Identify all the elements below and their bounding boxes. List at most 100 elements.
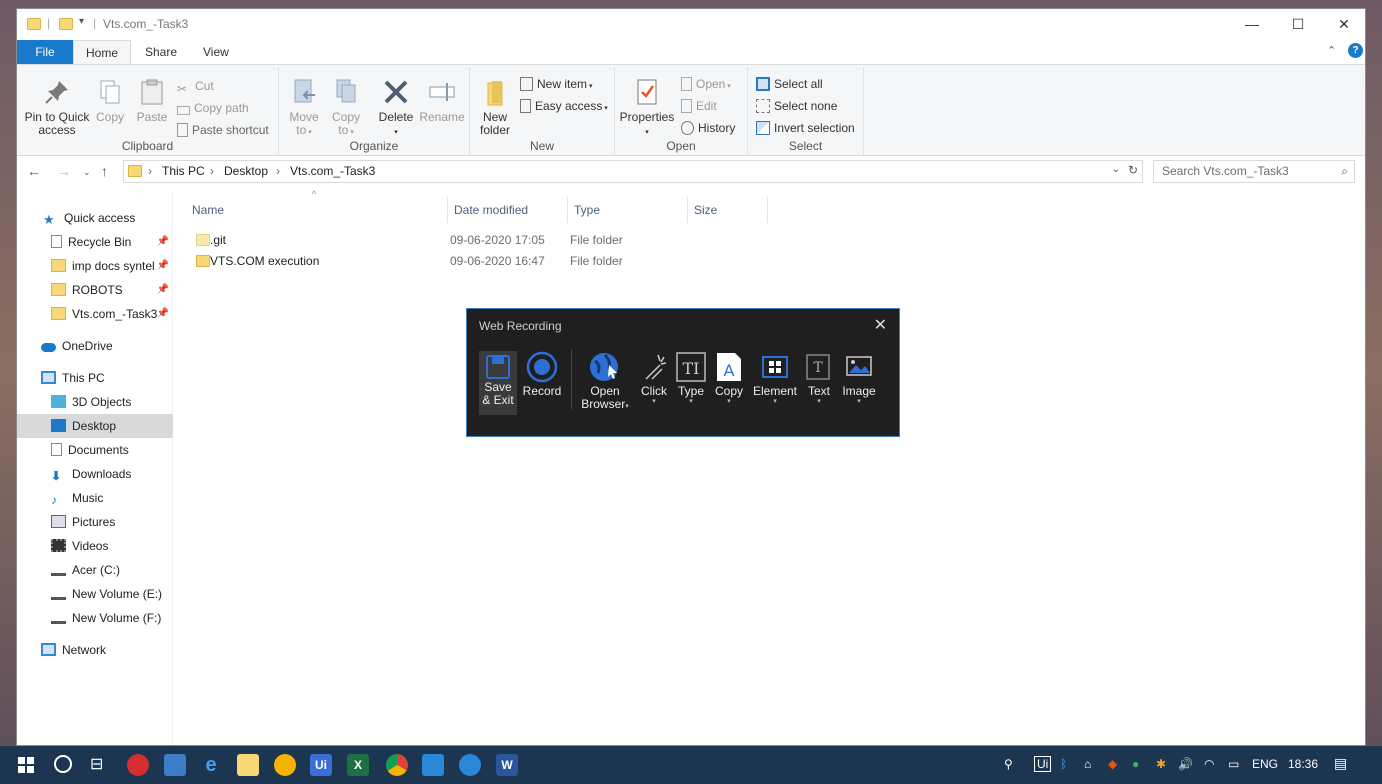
action-center-icon[interactable]: ▤ (1334, 755, 1347, 772)
minimize-button[interactable]: — (1229, 9, 1275, 39)
sidebar-item-robots[interactable]: ROBOTS 📌 (17, 278, 173, 302)
type-button[interactable]: TI Type ▾ (675, 351, 707, 406)
copy-button[interactable]: Copy (93, 77, 127, 124)
save-exit-button[interactable]: Save & Exit (479, 351, 517, 415)
people-icon[interactable]: ⚲ (1004, 757, 1013, 771)
teamviewer-icon[interactable] (459, 754, 481, 776)
sidebar-item-vts-task3[interactable]: Vts.com_-Task3 📌 (17, 302, 173, 326)
move-to-button[interactable]: Move to ▾ (285, 77, 323, 139)
new-item-button[interactable]: New item ▾ (520, 77, 592, 91)
click-button[interactable]: Click ▾ (637, 351, 671, 406)
refresh-icon[interactable]: ↻ (1128, 163, 1138, 177)
excel-icon[interactable]: X (347, 754, 369, 776)
word-icon[interactable]: W (496, 754, 518, 776)
column-header-type[interactable]: Type (568, 197, 688, 223)
text-button[interactable]: T Text ▾ (803, 351, 835, 406)
sidebar-item-music[interactable]: ♪ Music (17, 486, 173, 510)
network-tray-icon[interactable]: ⌂ (1084, 757, 1091, 771)
tab-file[interactable]: File (17, 40, 73, 64)
sidebar-item-imp-docs[interactable]: imp docs syntel 📌 (17, 254, 173, 278)
windows-start-icon[interactable] (18, 757, 34, 773)
maximize-button[interactable]: ☐ (1275, 9, 1321, 39)
sidebar-item-recycle-bin[interactable]: Recycle Bin 📌 (17, 230, 173, 254)
cut-button[interactable]: ✂ Cut (177, 79, 214, 96)
avast-icon[interactable]: ✱ (1156, 757, 1166, 771)
copy-to-button[interactable]: Copy to ▾ (327, 77, 365, 139)
close-icon[interactable]: ✕ (874, 315, 887, 335)
forward-arrow-icon[interactable]: → (57, 163, 71, 179)
close-button[interactable]: ✕ (1321, 9, 1367, 39)
paste-shortcut-button[interactable]: Paste shortcut (177, 123, 269, 137)
address-bar[interactable]: › This PC › Desktop › Vts.com_-Task3 ⌄ ↻ (123, 160, 1143, 183)
cortana-icon[interactable] (54, 755, 72, 773)
paste-button[interactable]: Paste (133, 77, 171, 124)
chrome-icon[interactable] (386, 754, 408, 776)
copy-text-button[interactable]: A Copy ▾ (713, 351, 745, 406)
up-arrow-icon[interactable]: ↑ (101, 163, 108, 179)
record-button[interactable]: Record (521, 351, 563, 398)
history-button[interactable]: History (681, 121, 735, 135)
select-all-button[interactable]: Select all (756, 77, 823, 91)
app-icon[interactable] (274, 754, 296, 776)
bluetooth-icon[interactable]: ᛒ (1060, 757, 1067, 771)
quick-access-folder-icon[interactable] (59, 18, 73, 30)
uipath-studio-icon[interactable]: Ui (310, 754, 332, 776)
crumb-desktop[interactable]: Desktop (224, 164, 268, 178)
new-folder-button[interactable]: New folder (474, 77, 516, 137)
help-icon[interactable]: ? (1348, 43, 1363, 58)
language-indicator[interactable]: ENG (1252, 757, 1278, 771)
clock[interactable]: 18:36 (1288, 757, 1318, 771)
tab-share[interactable]: Share (133, 40, 189, 64)
sidebar-item-desktop[interactable]: Desktop (17, 414, 173, 438)
sidebar-item-acer-c[interactable]: Acer (C:) (17, 558, 173, 582)
rename-button[interactable]: Rename (419, 77, 465, 124)
wifi-icon[interactable]: ◠ (1204, 757, 1214, 771)
tab-home[interactable]: Home (73, 40, 132, 65)
select-none-button[interactable]: Select none (756, 99, 837, 113)
sidebar-item-pictures[interactable]: Pictures (17, 510, 173, 534)
tab-view[interactable]: View (191, 40, 241, 64)
open-button[interactable]: Open ▾ (681, 77, 731, 91)
edge-icon[interactable]: e (200, 754, 222, 776)
table-row[interactable]: VTS.COM execution 09-06-2020 16:47 File … (194, 251, 794, 272)
utorrent-icon[interactable]: ● (1132, 757, 1139, 771)
delete-button[interactable]: Delete ▾ (375, 77, 417, 139)
opera-icon[interactable] (127, 754, 149, 776)
sidebar-item-downloads[interactable]: ⬇ Downloads (17, 462, 173, 486)
pin-to-quick-access-button[interactable]: Pin to Quick access (21, 77, 93, 137)
crumb-current[interactable]: Vts.com_-Task3 (290, 164, 375, 178)
open-browser-button[interactable]: Open Browser▾ (577, 351, 633, 413)
sidebar-item-documents[interactable]: Documents (17, 438, 173, 462)
customize-toolbar-icon[interactable]: ▾ (79, 16, 84, 27)
crumb-this-pc[interactable]: This PC (162, 164, 205, 178)
volume-icon[interactable]: 🔊 (1178, 757, 1193, 771)
search-input[interactable]: Search Vts.com_-Task3 ⌕ (1153, 160, 1355, 183)
sidebar-item-videos[interactable]: Videos (17, 534, 173, 558)
edit-button[interactable]: Edit (681, 99, 717, 113)
sidebar-item-3d-objects[interactable]: 3D Objects (17, 390, 173, 414)
sidebar-item-volume-e[interactable]: New Volume (E:) (17, 582, 173, 606)
sidebar-item-network[interactable]: Network (17, 638, 173, 662)
address-dropdown-icon[interactable]: ⌄ (1112, 164, 1120, 175)
column-header-date[interactable]: Date modified (448, 197, 568, 223)
recent-locations-icon[interactable]: ⌄ (83, 167, 91, 178)
mail-icon[interactable] (164, 754, 186, 776)
sidebar-item-this-pc[interactable]: This PC (17, 366, 173, 390)
task-view-icon[interactable]: ⊟ (90, 754, 103, 774)
sidebar-item-quick-access[interactable]: ★ Quick access (17, 206, 173, 230)
back-arrow-icon[interactable]: ← (27, 163, 41, 179)
battery-icon[interactable]: ▭ (1228, 757, 1239, 771)
column-header-size[interactable]: Size (688, 197, 768, 223)
file-explorer-icon[interactable] (237, 754, 259, 776)
collapse-ribbon-icon[interactable]: ⌃ (1327, 44, 1336, 57)
calendar-icon[interactable] (422, 754, 444, 776)
sidebar-item-onedrive[interactable]: OneDrive (17, 334, 173, 358)
copy-path-button[interactable]: Copy path (177, 101, 249, 115)
column-header-name[interactable]: Name (186, 197, 448, 223)
properties-button[interactable]: Properties ▾ (619, 77, 675, 139)
sidebar-item-volume-f[interactable]: New Volume (F:) (17, 606, 173, 630)
invert-selection-button[interactable]: Invert selection (756, 121, 855, 135)
element-button[interactable]: Element ▾ (751, 351, 799, 406)
image-button[interactable]: Image ▾ (839, 351, 879, 406)
table-row[interactable]: .git 09-06-2020 17:05 File folder (194, 230, 794, 251)
